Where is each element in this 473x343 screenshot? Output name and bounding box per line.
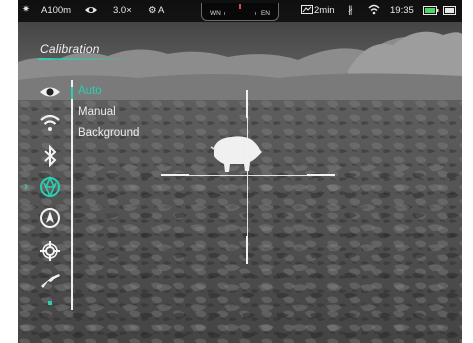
compass-strip: WN EN — [201, 3, 279, 21]
option-background[interactable]: Background — [78, 127, 139, 139]
magnification: 3.0× — [113, 5, 132, 16]
recording-time: 2min — [314, 5, 335, 16]
external-battery-icon — [443, 6, 457, 19]
reticle-top-thick — [246, 90, 248, 118]
video-record-icon — [301, 4, 313, 19]
zeroing-icon[interactable] — [38, 239, 62, 263]
rifle-icon[interactable] — [38, 268, 62, 292]
status-bar: ✷ A100m 3.0× ⚙ A WN EN 2min ∦ 19:35 — [18, 0, 462, 22]
calibration-mode: A — [158, 5, 165, 16]
option-auto[interactable]: Auto — [78, 85, 102, 97]
menu-title: Calibration — [40, 42, 100, 56]
wifi-icon — [368, 4, 380, 19]
compass-left-label: WN — [210, 10, 221, 17]
eye-icon — [84, 4, 98, 20]
option-marker — [71, 87, 73, 99]
sun-icon: ✷ — [22, 4, 30, 15]
compass-marker — [239, 4, 241, 9]
bluetooth-icon[interactable] — [38, 144, 62, 168]
calibration-mode-icon: ⚙ — [148, 5, 157, 16]
battery-icon — [423, 6, 439, 19]
menu-selector-arrow: › — [24, 179, 28, 193]
wifi-icon[interactable] — [38, 111, 62, 135]
compass-right-label: EN — [260, 10, 270, 17]
viewfinder-screen: ✷ A100m 3.0× ⚙ A WN EN 2min ∦ 19:35 Cali — [18, 0, 462, 343]
compass-icon[interactable] — [38, 206, 62, 230]
more-indicator — [48, 301, 52, 305]
option-manual[interactable]: Manual — [78, 106, 116, 118]
zoom-range: A100m — [41, 5, 72, 16]
compass-ticks — [224, 12, 256, 15]
side-menu-divider — [71, 80, 73, 310]
menu-title-underline — [38, 58, 130, 60]
calibration-icon[interactable] — [38, 175, 62, 199]
reticle-vertical-line — [246, 118, 248, 236]
clock-time: 19:35 — [390, 5, 414, 16]
reticle-bottom-thick — [246, 236, 248, 264]
eye-icon[interactable] — [38, 80, 62, 104]
reticle-horizontal-line — [189, 174, 307, 176]
reticle-right-thick — [307, 174, 335, 176]
reticle-left-thick — [161, 174, 189, 176]
bluetooth-icon: ∦ — [348, 5, 353, 16]
